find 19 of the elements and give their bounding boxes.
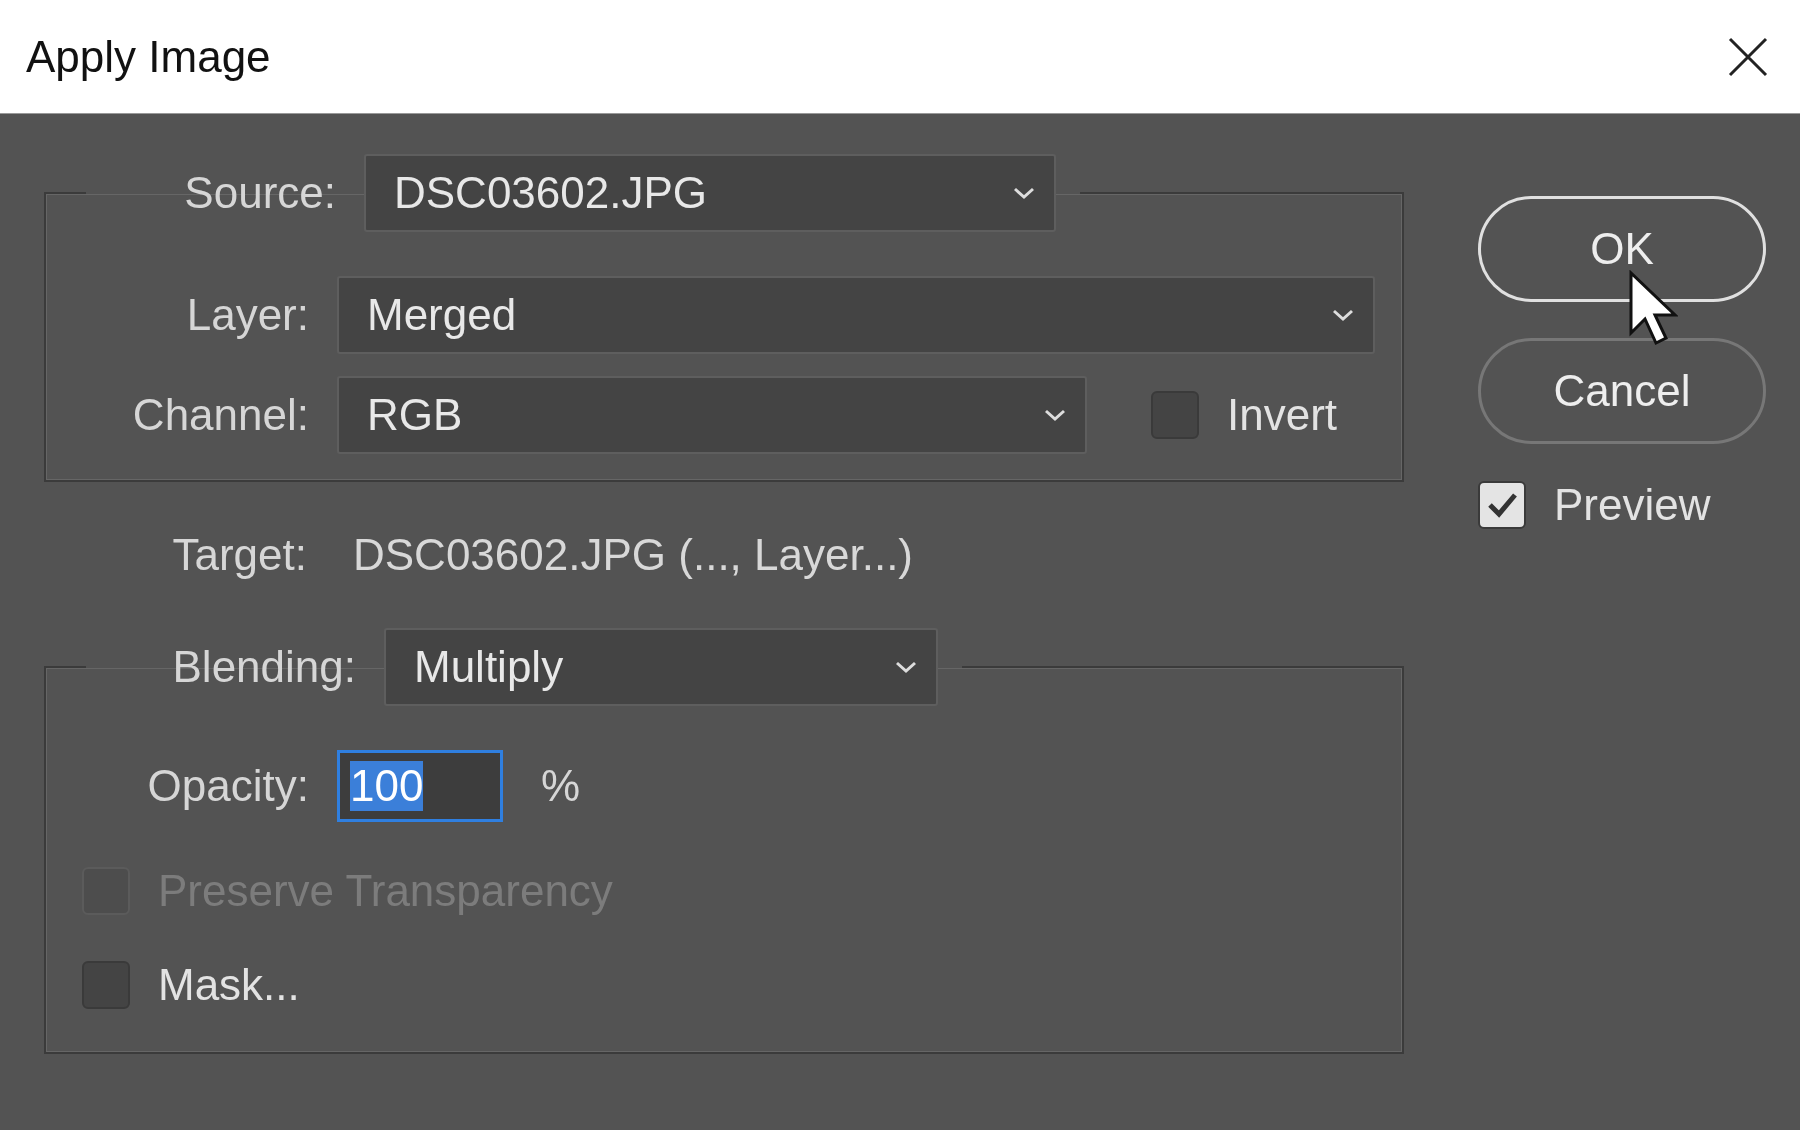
target-label: Target: [171,530,307,580]
source-dropdown[interactable]: DSC03602.JPG [364,154,1056,232]
dialog-button[interactable]: Cancel [1478,338,1766,444]
opacity-label: Opacity: [146,761,309,811]
channel-label: Channel: [131,390,309,440]
invert-label: Invert [1227,390,1338,440]
layer-dropdown[interactable]: Merged [337,276,1375,354]
window-title: Apply Image [26,31,271,82]
channel-dropdown[interactable]: RGB [337,376,1087,454]
preview-label: Preview [1554,480,1711,530]
source-label: Source: [183,168,336,218]
blending-label: Blending: [171,642,356,692]
mask-label: Mask... [158,960,300,1010]
percent-unit: % [541,761,581,811]
opacity-field[interactable]: 100 [337,750,503,822]
target-value: DSC03602.JPG (..., Layer...) [353,530,913,580]
layer-label: Layer: [185,290,309,340]
default-button[interactable]: OK [1478,196,1766,302]
blending-dropdown[interactable]: Multiply [384,628,938,706]
